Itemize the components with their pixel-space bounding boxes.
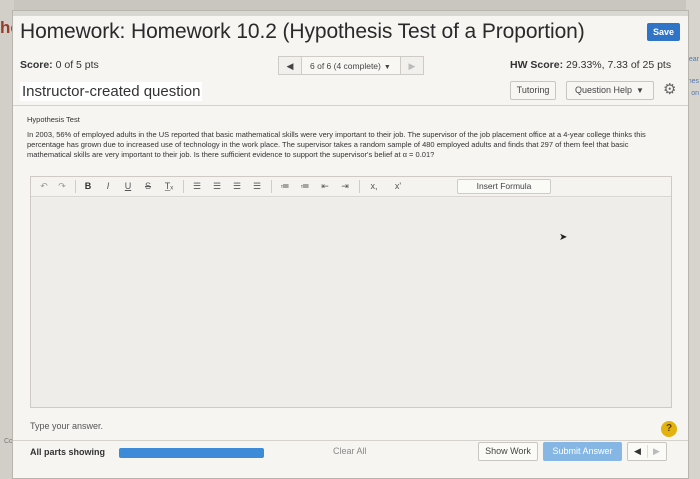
hw-score: HW Score: 29.33%, 7.33 of 25 pts (510, 59, 671, 71)
divider (13, 105, 688, 106)
part-pager: ◀ ▶ (627, 442, 667, 461)
score-label: Score: (20, 59, 53, 71)
question-select-label: 6 of 6 (4 complete) (310, 61, 381, 71)
toolbar-separator (183, 180, 184, 193)
background-right-text: on (691, 90, 699, 97)
divider (13, 440, 688, 441)
clear-format-button[interactable]: T̲ₓ (161, 180, 177, 193)
align-right-icon[interactable]: ☰ (229, 180, 245, 193)
numbered-list-icon[interactable]: ≔ (297, 180, 313, 193)
italic-button[interactable]: I (101, 180, 115, 193)
question-text: In 2003, 56% of employed adults in the U… (27, 130, 646, 159)
help-icon[interactable]: ? (661, 421, 677, 437)
indent-icon[interactable]: ⇥ (337, 180, 353, 193)
next-part-button[interactable]: ▶ (653, 443, 660, 460)
superscript-button[interactable]: x' (391, 180, 405, 193)
question-help-button[interactable]: Question Help ▼ (566, 81, 654, 100)
answer-placeholder: Type your answer. (30, 421, 104, 431)
background-right-text: nes (687, 78, 699, 85)
redo-icon[interactable]: ↷ (55, 180, 69, 193)
status-row: Score: 0 of 5 pts ◀ 6 of 6 (4 complete) ▼… (13, 54, 688, 76)
align-center-icon[interactable]: ☰ (209, 180, 225, 193)
previous-question-button[interactable]: ◀ (278, 56, 302, 75)
align-left-icon[interactable]: ☰ (189, 180, 205, 193)
question-type-title: Instructor-created question (20, 82, 203, 101)
editor-toolbar: ↶ ↷ B I U S T̲ₓ ☰ ☰ ☰ ☰ ≔ ≔ ⇤ ⇥ x, x' In… (31, 177, 671, 197)
save-button[interactable]: Save (647, 23, 680, 41)
homework-window: Homework: Homework 10.2 (Hypothesis Test… (12, 10, 689, 479)
progress-bar (119, 448, 264, 458)
score: Score: 0 of 5 pts (20, 59, 99, 71)
toolbar-separator (359, 180, 360, 193)
strikethrough-button[interactable]: S (141, 180, 155, 193)
clear-all-button[interactable]: Clear All (333, 446, 367, 456)
next-question-button[interactable]: ▶ (400, 56, 424, 75)
hw-score-value: 29.33%, 7.33 of 25 pts (566, 59, 672, 71)
subscript-button[interactable]: x, (367, 180, 381, 193)
answer-text-area[interactable] (31, 198, 671, 407)
tutoring-button[interactable]: Tutoring (510, 81, 556, 100)
caret-down-icon: ▼ (636, 86, 644, 95)
underline-button[interactable]: U (121, 180, 135, 193)
undo-icon[interactable]: ↶ (37, 180, 51, 193)
toolbar-separator (271, 180, 272, 193)
pager-separator (647, 445, 648, 458)
previous-part-button[interactable]: ◀ (634, 443, 641, 460)
outdent-icon[interactable]: ⇤ (317, 180, 333, 193)
all-parts-label: All parts showing (30, 447, 106, 457)
question-select[interactable]: 6 of 6 (4 complete) ▼ (302, 56, 400, 75)
caret-down-icon: ▼ (383, 64, 391, 71)
gear-icon[interactable]: ⚙ (663, 80, 676, 98)
question-navigator: ◀ 6 of 6 (4 complete) ▼ ▶ (278, 56, 424, 75)
hw-score-label: HW Score: (510, 59, 564, 71)
mouse-cursor-icon: ➤ (559, 232, 568, 243)
insert-formula-button[interactable]: Insert Formula (457, 179, 551, 194)
page-title: Homework: Homework 10.2 (Hypothesis Test… (20, 20, 585, 43)
bold-button[interactable]: B (81, 180, 95, 193)
score-value: 0 of 5 pts (55, 59, 99, 71)
window-top-bar (13, 11, 688, 16)
submit-answer-button[interactable]: Submit Answer (543, 442, 622, 461)
background-right-text: ear (688, 56, 699, 63)
question-label: Hypothesis Test (27, 115, 80, 124)
toolbar-separator (75, 180, 76, 193)
answer-editor: ↶ ↷ B I U S T̲ₓ ☰ ☰ ☰ ☰ ≔ ≔ ⇤ ⇥ x, x' In… (30, 176, 672, 408)
question-header-row: Instructor-created question Tutoring Que… (13, 79, 688, 105)
align-justify-icon[interactable]: ☰ (249, 180, 265, 193)
show-work-button[interactable]: Show Work (478, 442, 538, 461)
bulleted-list-icon[interactable]: ≔ (277, 180, 293, 193)
question-help-label: Question Help (575, 85, 633, 95)
